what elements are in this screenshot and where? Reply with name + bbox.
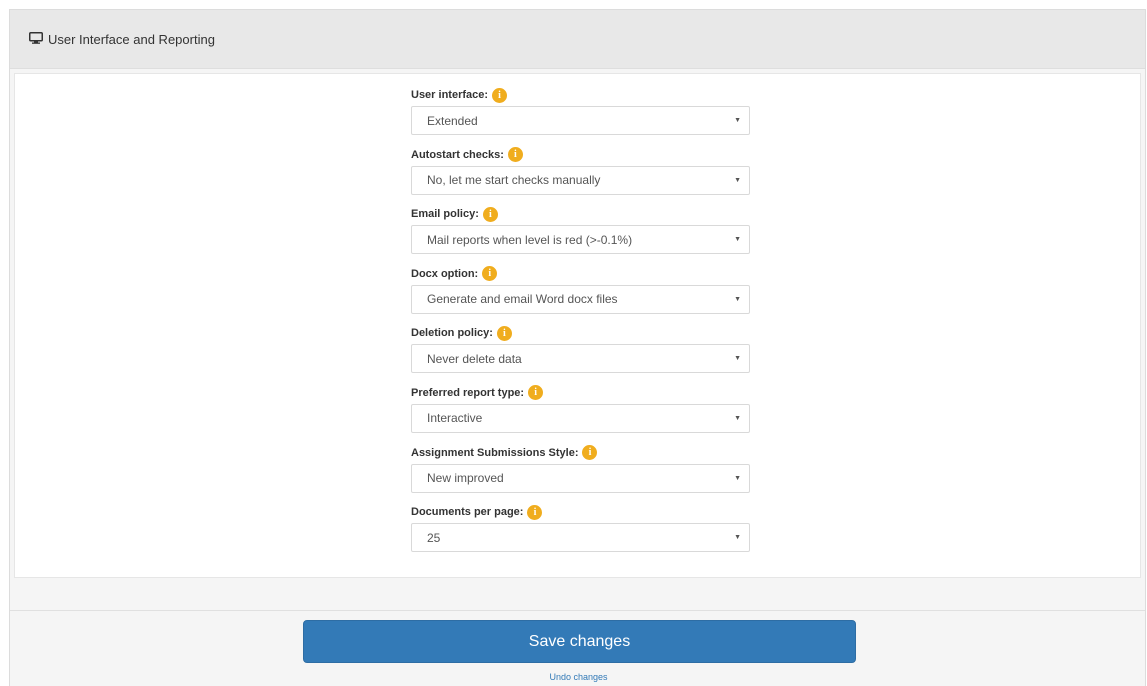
panel-heading: User Interface and Reporting xyxy=(10,10,1145,69)
caret-down-icon: ▼ xyxy=(734,176,741,184)
field-label: User interface: i xyxy=(411,84,751,106)
info-icon[interactable]: i xyxy=(582,445,598,461)
caret-down-icon: ▼ xyxy=(734,534,741,542)
field-label: Assignment Submissions Style: i xyxy=(411,442,751,464)
settings-form: User interface: i Extended ▼ Autostart c… xyxy=(411,84,751,561)
undo-changes-text[interactable]: Undo changes xyxy=(549,672,607,682)
page: User Interface and Reporting User interf… xyxy=(0,0,1147,686)
caret-down-icon: ▼ xyxy=(734,236,741,244)
select-value: Extended xyxy=(427,113,478,128)
field-label: Documents per page: i xyxy=(411,501,751,523)
field-assignment-submissions-style: Assignment Submissions Style: i New impr… xyxy=(411,442,751,502)
monitor-icon xyxy=(29,32,43,44)
assignment-submissions-style-select[interactable]: New improved ▼ xyxy=(411,463,750,493)
field-documents-per-page: Documents per page: i 25 ▼ xyxy=(411,501,751,561)
label-text: User interface: xyxy=(411,89,489,101)
label-text: Deletion policy: xyxy=(411,327,493,340)
info-icon[interactable]: i xyxy=(527,504,543,520)
field-label: Autostart checks: i xyxy=(411,144,751,166)
field-preferred-report-type: Preferred report type: i Interactive ▼ xyxy=(411,382,751,442)
user-interface-select[interactable]: Extended ▼ xyxy=(411,106,750,135)
caret-down-icon: ▼ xyxy=(734,117,741,124)
field-label: Docx option: i xyxy=(411,263,751,285)
select-value: Mail reports when level is red (>-0.1%) xyxy=(427,232,633,247)
select-value: Generate and email Word docx files xyxy=(427,292,618,307)
caret-down-icon: ▼ xyxy=(734,355,741,363)
field-docx-option: Docx option: i Generate and email Word d… xyxy=(411,263,751,323)
label-text: Email policy: xyxy=(411,208,479,221)
info-icon[interactable]: i xyxy=(528,385,544,401)
select-value: Interactive xyxy=(427,411,483,426)
select-value: 25 xyxy=(427,530,441,545)
panel-title: User Interface and Reporting xyxy=(48,31,215,47)
info-icon[interactable]: i xyxy=(496,325,512,341)
field-deletion-policy: Deletion policy: i Never delete data ▼ xyxy=(411,322,751,382)
caret-down-icon: ▼ xyxy=(734,474,741,482)
info-icon[interactable]: i xyxy=(482,266,498,282)
info-icon[interactable]: i xyxy=(492,87,508,103)
label-text: Assignment Submissions Style: xyxy=(411,446,579,459)
panel-body: User interface: i Extended ▼ Autostart c… xyxy=(14,73,1141,578)
autostart-checks-select[interactable]: No, let me start checks manually ▼ xyxy=(411,165,750,195)
field-label: Email policy: i xyxy=(411,203,751,225)
select-value: Never delete data xyxy=(427,351,522,366)
email-policy-select[interactable]: Mail reports when level is red (>-0.1%) … xyxy=(411,225,750,255)
label-text: Docx option: xyxy=(411,267,479,280)
field-user-interface: User interface: i Extended ▼ xyxy=(411,84,751,144)
field-email-policy: Email policy: i Mail reports when level … xyxy=(411,203,751,263)
label-text: Preferred report type: xyxy=(411,386,525,399)
divider xyxy=(10,610,1145,611)
undo-changes-link: Undo changes xyxy=(10,672,1147,682)
docx-option-select[interactable]: Generate and email Word docx files ▼ xyxy=(411,284,750,314)
label-text: Documents per page: xyxy=(411,506,524,519)
field-label: Preferred report type: i xyxy=(411,382,751,404)
info-icon[interactable]: i xyxy=(482,206,498,222)
field-label: Deletion policy: i xyxy=(411,322,751,344)
label-text: Autostart checks: xyxy=(411,148,504,161)
deletion-policy-select[interactable]: Never delete data ▼ xyxy=(411,344,750,374)
field-autostart-checks: Autostart checks: i No, let me start che… xyxy=(411,144,751,204)
preferred-report-type-select[interactable]: Interactive ▼ xyxy=(411,403,750,433)
caret-down-icon: ▼ xyxy=(734,414,741,422)
select-value: New improved xyxy=(427,471,504,486)
caret-down-icon: ▼ xyxy=(734,295,741,303)
documents-per-page-select[interactable]: 25 ▼ xyxy=(411,523,750,553)
save-changes-button[interactable]: Save changes xyxy=(303,620,856,663)
select-value: No, let me start checks manually xyxy=(427,173,601,188)
settings-panel: User Interface and Reporting User interf… xyxy=(9,9,1146,686)
info-icon[interactable]: i xyxy=(507,147,523,163)
